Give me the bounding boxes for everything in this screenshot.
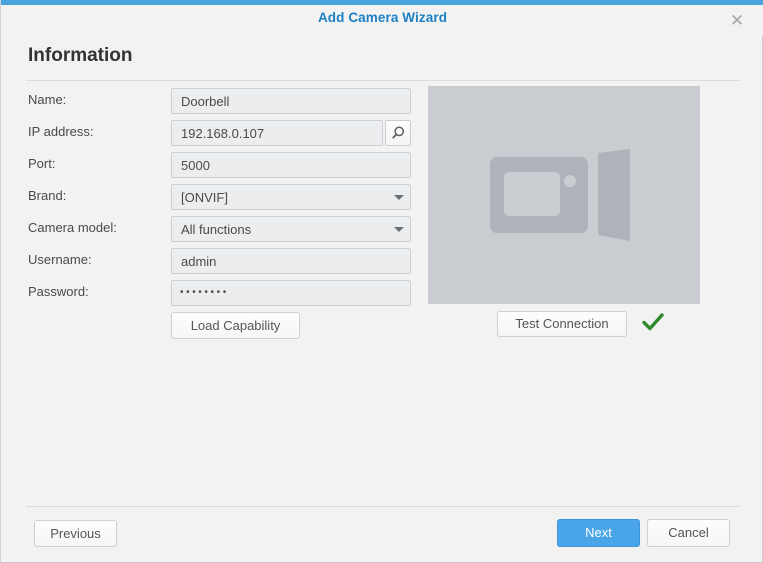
chevron-down-icon[interactable] (394, 195, 404, 200)
label-name: Name: (28, 92, 67, 107)
brand-select[interactable] (171, 184, 411, 210)
camera-preview-panel (428, 86, 700, 304)
search-icon[interactable] (385, 120, 411, 146)
add-camera-wizard-dialog: Add Camera Wizard ✕ Information Name: IP… (0, 0, 763, 563)
footer-divider (26, 506, 740, 507)
label-port: Port: (28, 156, 56, 171)
magnifier-icon (392, 126, 405, 139)
port-input[interactable] (171, 152, 411, 178)
page-title: Information (28, 45, 133, 66)
label-ip-address: IP address: (28, 124, 94, 139)
header-divider (26, 80, 740, 81)
close-icon[interactable]: ✕ (726, 10, 748, 32)
label-camera-model: Camera model: (28, 220, 117, 235)
username-input[interactable] (171, 248, 411, 274)
label-brand: Brand: (28, 188, 67, 203)
name-input[interactable] (171, 88, 411, 114)
ip-address-input[interactable] (171, 120, 383, 146)
label-username: Username: (28, 252, 92, 267)
label-password: Password: (28, 284, 89, 299)
chevron-down-icon[interactable] (394, 227, 404, 232)
previous-button[interactable]: Previous (34, 520, 117, 547)
window-titlebar: Add Camera Wizard ✕ (1, 5, 763, 36)
camera-model-select[interactable] (171, 216, 411, 242)
password-masked-value: •••••••• (180, 287, 229, 298)
window-title: Add Camera Wizard (317, 10, 448, 25)
cancel-button[interactable]: Cancel (647, 519, 730, 547)
test-connection-button[interactable]: Test Connection (497, 311, 627, 337)
video-camera-icon (490, 149, 630, 241)
load-capability-button[interactable]: Load Capability (171, 312, 300, 339)
checkmark-icon (642, 313, 664, 331)
next-button[interactable]: Next (557, 519, 640, 547)
